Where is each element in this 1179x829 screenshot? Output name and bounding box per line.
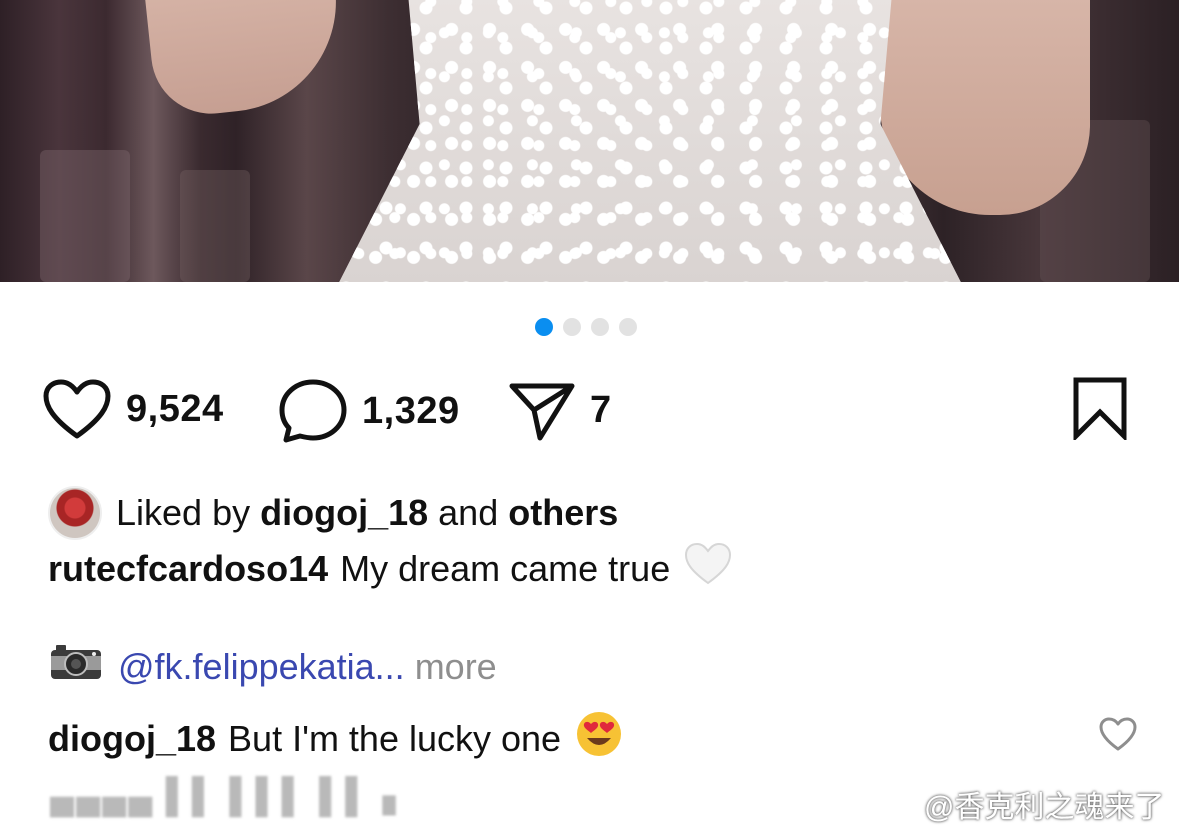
- heart-outline-icon[interactable]: [1098, 717, 1138, 756]
- partial-comment-row: ▄▄▄▄ ▌▌ ▌▌▌ ▌▌ ▖: [50, 777, 411, 815]
- camera-icon: [50, 644, 102, 689]
- photo-credit-row: @fk.felippekatia... more: [50, 644, 497, 689]
- weibo-watermark: @香克利之魂来了: [874, 782, 1164, 826]
- carousel-indicator: [535, 318, 637, 336]
- instagram-post: 9,524 1,329 7 Liked by diogoj_18 and oth…: [0, 0, 1179, 829]
- liked-by-row[interactable]: Liked by diogoj_18 and others: [48, 486, 618, 540]
- background-blur: [180, 170, 250, 282]
- like-button[interactable]: 9,524: [42, 378, 224, 440]
- heart-icon[interactable]: [42, 378, 112, 440]
- photo-arm-right: [880, 0, 1090, 215]
- like-count[interactable]: 9,524: [126, 388, 224, 431]
- post-photo[interactable]: [0, 0, 1179, 282]
- watermark-text: @香克利之魂来了: [924, 791, 1165, 824]
- comment-item: diogoj_18 But I'm the lucky one: [48, 710, 623, 767]
- liked-by-conjunction: and: [438, 492, 499, 533]
- white-heart-emoji: [684, 542, 732, 595]
- action-bar: 9,524 1,329 7: [0, 370, 1179, 450]
- caption-text: My dream came true: [340, 547, 671, 589]
- carousel-dot: [619, 318, 637, 336]
- comment-count[interactable]: 1,329: [362, 390, 460, 433]
- weibo-logo-icon: [874, 783, 918, 825]
- liked-by-text: Liked by diogoj_18 and others: [116, 492, 618, 534]
- paper-plane-icon[interactable]: [508, 378, 576, 442]
- mention-link[interactable]: @fk.felippekatia...: [118, 646, 405, 688]
- comment-bubble-icon[interactable]: [278, 378, 348, 444]
- heart-eyes-emoji: [575, 710, 623, 767]
- share-count[interactable]: 7: [590, 389, 612, 432]
- caption-username[interactable]: rutecfcardoso14: [48, 548, 328, 590]
- bookmark-icon[interactable]: [1070, 376, 1130, 440]
- caption: rutecfcardoso14 My dream came true: [48, 542, 732, 595]
- comment-username[interactable]: diogoj_18: [48, 718, 216, 760]
- carousel-dot: [591, 318, 609, 336]
- share-button[interactable]: 7: [508, 378, 612, 442]
- more-link[interactable]: more: [415, 646, 497, 688]
- liker-avatar[interactable]: [48, 486, 102, 540]
- carousel-dot: [563, 318, 581, 336]
- photo-arm-left: [143, 0, 347, 120]
- comment-button[interactable]: 1,329: [278, 378, 460, 444]
- comment-like-button[interactable]: [1098, 716, 1138, 757]
- liked-by-prefix: Liked by: [116, 492, 251, 533]
- carousel-dot-active: [535, 318, 553, 336]
- liked-by-username[interactable]: diogoj_18: [260, 492, 428, 533]
- comment-text: But I'm the lucky one: [228, 717, 562, 759]
- background-blur: [40, 150, 130, 282]
- photo-lace-dress: [330, 0, 970, 282]
- liked-by-others-link[interactable]: others: [508, 492, 618, 533]
- save-button[interactable]: [1070, 376, 1130, 440]
